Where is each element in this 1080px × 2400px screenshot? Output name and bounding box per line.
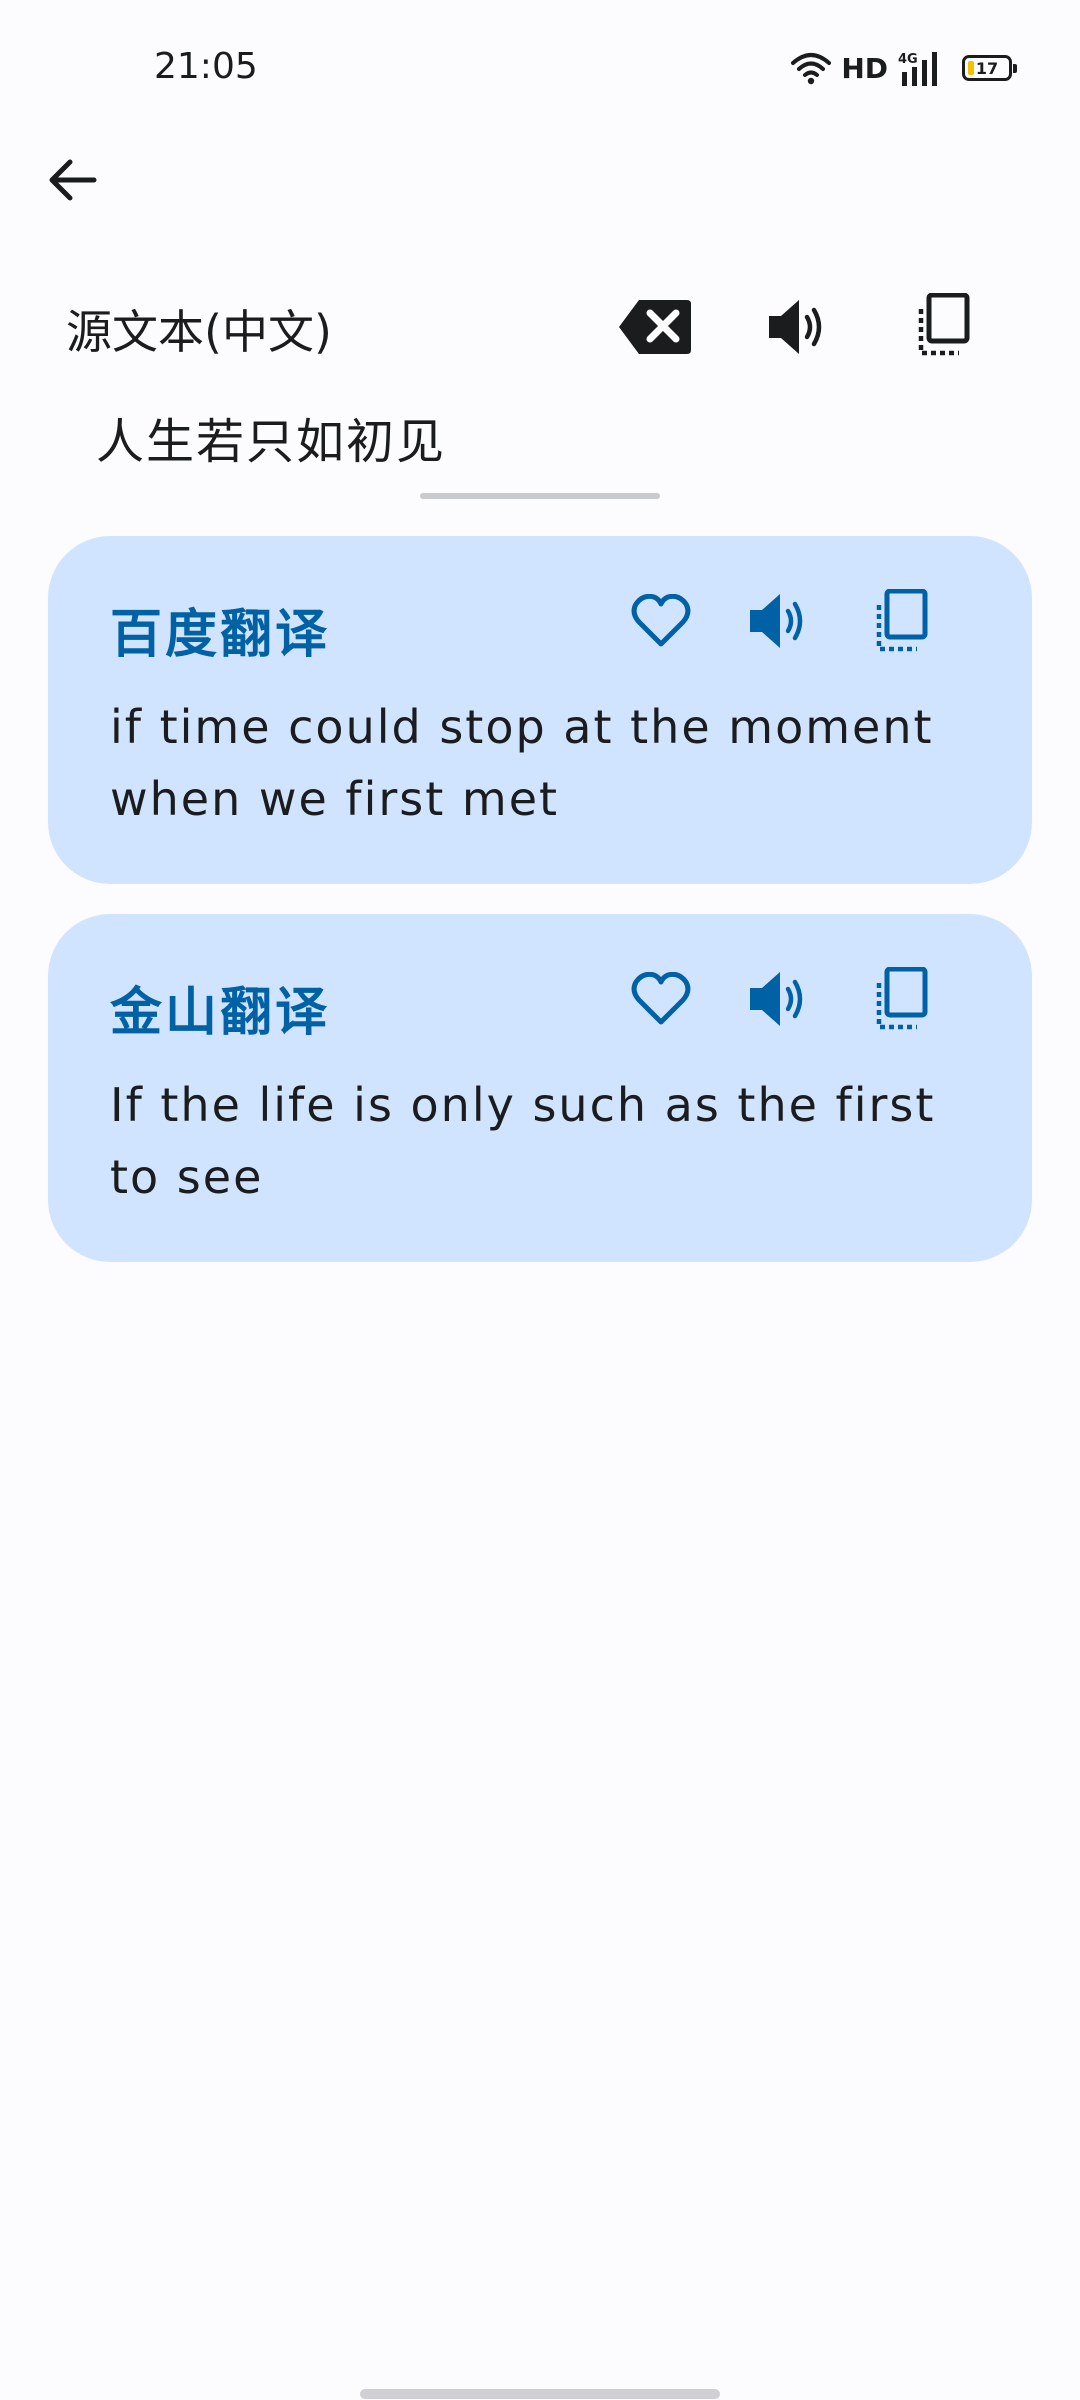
battery-level: 17 — [975, 58, 999, 78]
status-time: 21:05 — [154, 46, 258, 87]
speak-translation-button[interactable] — [734, 576, 824, 666]
status-bar: 21:05 HD 4G 17 — [0, 0, 1080, 136]
source-language-label: 源文本(中文) — [66, 305, 332, 359]
cellular-signal-icon: 4G — [898, 50, 946, 86]
volume-icon — [750, 594, 803, 648]
clear-source-button[interactable] — [610, 282, 700, 372]
translation-text: if time could stop at the moment when we… — [110, 700, 934, 826]
backspace-icon — [619, 300, 691, 354]
heart-icon — [631, 594, 691, 647]
translation-text: If the life is only such as the first to… — [110, 1078, 936, 1204]
speak-source-button[interactable] — [753, 282, 843, 372]
volume-icon — [750, 972, 803, 1026]
speak-translation-button[interactable] — [734, 954, 824, 1044]
heart-icon — [631, 972, 691, 1025]
hd-label: HD — [841, 51, 888, 85]
copy-icon — [876, 967, 928, 1030]
favorite-button[interactable] — [616, 954, 706, 1044]
battery-fill — [968, 61, 974, 75]
translation-screen: 21:05 HD 4G 17 源文本(中文) 人生若只如初见 百度翻译 if t… — [0, 0, 1080, 2400]
translation-card-baidu: 百度翻译 if time could stop at the moment wh… — [48, 536, 1032, 884]
translator-name: 金山翻译 — [110, 983, 331, 1043]
home-indicator[interactable] — [360, 2389, 720, 2399]
signal-label: 4G — [898, 52, 918, 67]
status-icons: HD 4G 17 — [791, 48, 1017, 88]
copy-icon — [876, 589, 928, 652]
favorite-button[interactable] — [616, 576, 706, 666]
source-text[interactable]: 人生若只如初见 — [96, 402, 446, 472]
copy-icon — [918, 293, 970, 356]
battery-nub — [1013, 64, 1017, 73]
battery-icon: 17 — [962, 55, 1017, 81]
copy-translation-button[interactable] — [854, 576, 944, 666]
volume-icon — [769, 300, 822, 354]
copy-source-button[interactable] — [896, 280, 986, 370]
arrow-back-icon — [49, 159, 97, 201]
copy-translation-button[interactable] — [854, 954, 944, 1044]
drag-handle[interactable] — [420, 493, 660, 499]
wifi-icon — [791, 51, 832, 85]
back-button[interactable] — [30, 138, 114, 222]
translator-name: 百度翻译 — [110, 605, 331, 665]
translation-card-kingsoft: 金山翻译 If the life is only such as the fir… — [48, 914, 1032, 1262]
